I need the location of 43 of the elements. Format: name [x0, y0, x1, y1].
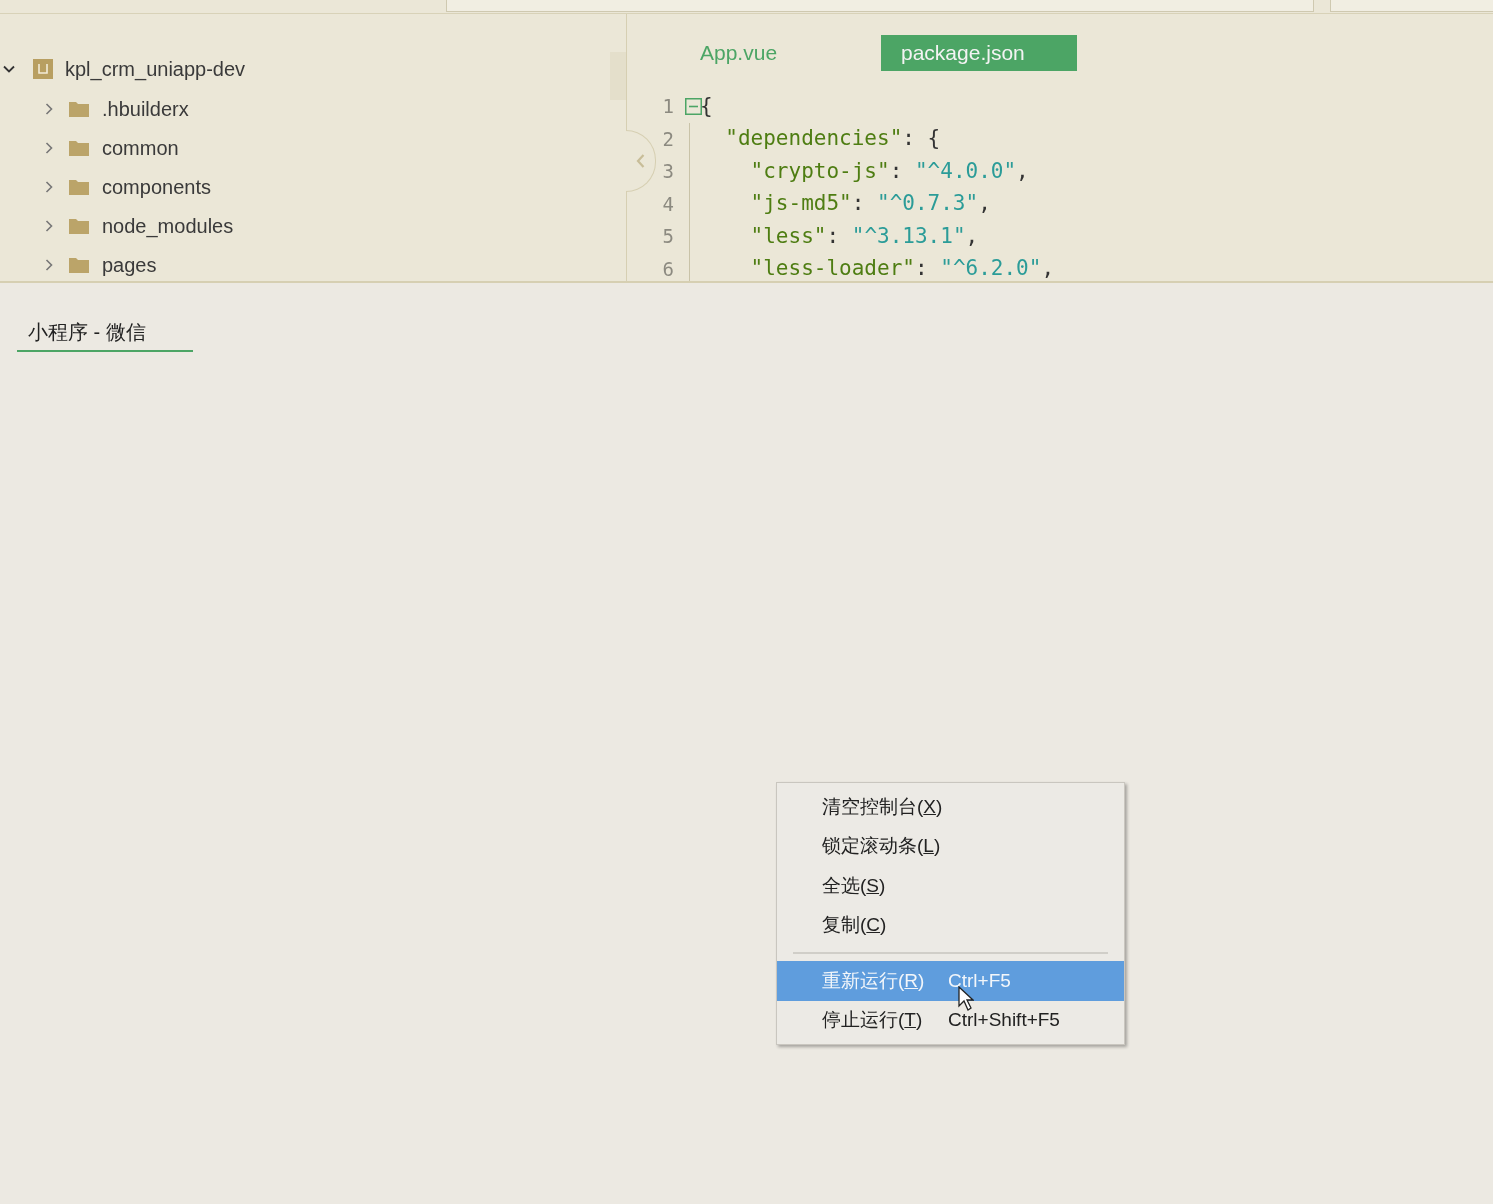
line-number: 4 — [661, 191, 674, 217]
chevron-left-icon — [636, 154, 645, 168]
line-number: 1 — [661, 94, 674, 119]
cursor-icon — [958, 986, 974, 1011]
chevron-right-icon[interactable] — [43, 102, 55, 115]
line-number: 6 — [661, 256, 674, 281]
chevron-right-icon[interactable] — [43, 219, 55, 232]
chevron-down-icon[interactable] — [3, 63, 15, 75]
chevron-right-icon[interactable] — [43, 180, 55, 193]
folder-name[interactable]: common — [102, 136, 179, 159]
line-number: 2 — [661, 126, 674, 152]
folder-name[interactable]: pages — [102, 253, 157, 276]
code-line: "less": "^3.13.1", — [749, 222, 979, 250]
line-number: 3 — [661, 159, 674, 184]
input-field[interactable] — [1330, 0, 1493, 12]
folder-icon — [69, 100, 89, 117]
folder-name[interactable]: .hbuilderx — [102, 97, 189, 120]
code-line: "crypto-js": "^4.0.0", — [749, 157, 1029, 185]
code-line: { — [700, 92, 713, 120]
menu-item[interactable]: 锁定滚动条(L) — [777, 826, 1124, 866]
folder-icon — [69, 139, 89, 156]
scrollbar-thumb[interactable] — [610, 52, 626, 100]
folder-name[interactable]: components — [102, 175, 211, 198]
project-icon — [33, 59, 53, 79]
search-field[interactable] — [446, 0, 1314, 12]
line-number: 5 — [661, 224, 674, 249]
chevron-right-icon[interactable] — [43, 141, 55, 154]
menu-item[interactable]: 清空控制台(X) — [777, 787, 1124, 827]
code-line: "less-loader": "^6.2.0", — [749, 255, 1055, 281]
menu-item[interactable]: 复制(C) — [777, 905, 1124, 945]
code-line: "js-md5": "^0.7.3", — [749, 190, 991, 217]
folder-icon — [69, 178, 89, 195]
project-name[interactable]: kpl_crm_uniapp-dev — [65, 54, 246, 84]
code-line: "dependencies": { — [724, 125, 941, 152]
folder-icon — [69, 217, 89, 234]
collapse-handle[interactable] — [626, 130, 656, 192]
menu-item[interactable]: 停止运行(T) Ctrl+Shift+F5 — [777, 1000, 1124, 1040]
folder-icon — [69, 256, 89, 273]
folder-name[interactable]: node_modules — [102, 214, 234, 237]
console-tab[interactable]: 小程序 - 微信 — [17, 317, 193, 352]
chevron-right-icon[interactable] — [43, 258, 55, 271]
fold-icon[interactable] — [684, 97, 702, 115]
menu-item[interactable]: 全选(S) — [777, 866, 1124, 906]
